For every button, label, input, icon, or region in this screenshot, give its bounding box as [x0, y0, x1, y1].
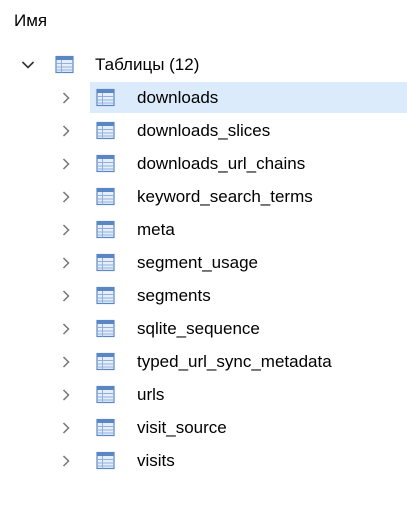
table-icon — [96, 286, 115, 305]
tree-item-label: downloads_url_chains — [137, 154, 306, 173]
tree-item-table[interactable]: downloads — [0, 81, 407, 114]
chevron-right-icon[interactable] — [59, 378, 73, 411]
chevron-right-icon[interactable] — [59, 345, 73, 378]
chevron-right-icon[interactable] — [59, 180, 73, 213]
chevron-right-icon[interactable] — [59, 114, 73, 147]
tree-item-label: meta — [137, 220, 175, 239]
table-icon — [96, 319, 115, 338]
chevron-right-icon[interactable] — [59, 147, 73, 180]
tree-item-table[interactable]: urls — [0, 378, 407, 411]
chevron-right-icon[interactable] — [59, 246, 73, 279]
tree-item-table[interactable]: segments — [0, 279, 407, 312]
tree-item-table[interactable]: sqlite_sequence — [0, 312, 407, 345]
tree-item-label: downloads — [137, 88, 219, 107]
table-icon — [96, 187, 115, 206]
chevron-right-icon[interactable] — [59, 81, 73, 114]
tree-item-label: typed_url_sync_metadata — [137, 352, 332, 371]
table-icon — [96, 385, 115, 404]
tree-item-label: urls — [137, 385, 165, 404]
tree-item-table[interactable]: visit_source — [0, 411, 407, 444]
table-icon — [96, 220, 115, 239]
column-header-name[interactable]: Имя — [14, 11, 47, 31]
table-icon — [96, 121, 115, 140]
chevron-right-icon[interactable] — [59, 213, 73, 246]
table-icon — [96, 154, 115, 173]
chevron-down-icon[interactable] — [21, 48, 35, 81]
tree-item-label: visits — [137, 451, 175, 470]
tree-item-label: keyword_search_terms — [137, 187, 313, 206]
tree-item-table[interactable]: segment_usage — [0, 246, 407, 279]
tree-item-table[interactable]: visits — [0, 444, 407, 477]
chevron-right-icon[interactable] — [59, 312, 73, 345]
table-icon — [55, 55, 74, 74]
tree-item-table[interactable]: meta — [0, 213, 407, 246]
table-icon — [96, 253, 115, 272]
tree-item-table[interactable]: downloads_slices — [0, 114, 407, 147]
table-icon — [96, 88, 115, 107]
table-tree: Таблицы (12) downloads downloads_slicesdo… — [0, 48, 407, 477]
tree-item-label: segments — [137, 286, 211, 305]
tree-item-label: visit_source — [137, 418, 227, 437]
tree-node-label: Таблицы (12) — [95, 55, 200, 74]
tree-item-table[interactable]: downloads_url_chains — [0, 147, 407, 180]
tree-item-table[interactable]: keyword_search_terms — [0, 180, 407, 213]
tree-item-table[interactable]: typed_url_sync_metadata — [0, 345, 407, 378]
tree-item-label: segment_usage — [137, 253, 258, 272]
table-icon — [96, 352, 115, 371]
table-icon — [96, 418, 115, 437]
chevron-right-icon[interactable] — [59, 279, 73, 312]
tree-item-label: downloads_slices — [137, 121, 271, 140]
tree-node-tables[interactable]: Таблицы (12) — [0, 48, 407, 81]
table-icon — [96, 451, 115, 470]
chevron-right-icon[interactable] — [59, 444, 73, 477]
tree-item-label: sqlite_sequence — [137, 319, 260, 338]
chevron-right-icon[interactable] — [59, 411, 73, 444]
